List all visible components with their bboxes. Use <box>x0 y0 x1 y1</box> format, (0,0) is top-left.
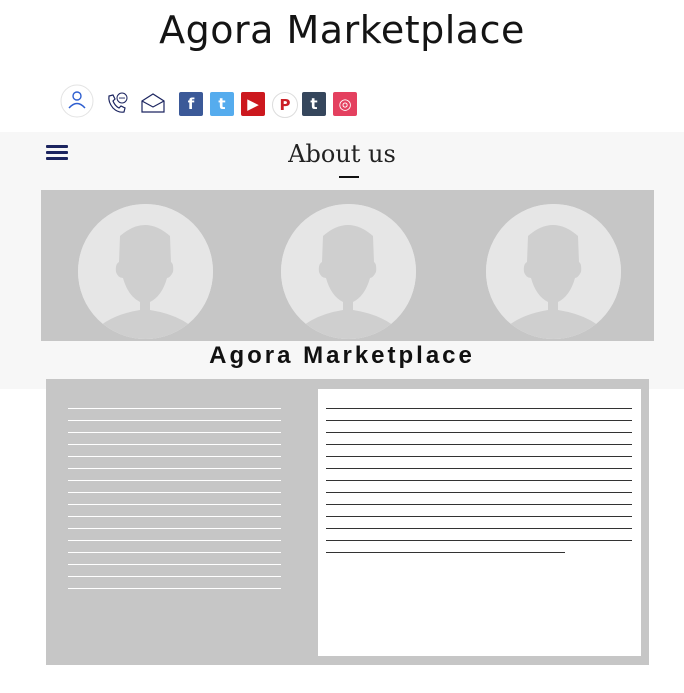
site-title: Agora Marketplace <box>159 8 525 52</box>
team-member-avatar[interactable] <box>486 204 621 339</box>
tumblr-icon[interactable]: t <box>302 92 326 116</box>
text-line <box>68 540 281 541</box>
text-line <box>68 420 281 421</box>
heading-underline <box>339 176 359 178</box>
text-line <box>68 444 281 445</box>
text-line <box>326 444 632 445</box>
text-line <box>68 480 281 481</box>
text-line <box>68 564 281 565</box>
text-line <box>68 492 281 493</box>
text-line <box>326 468 632 469</box>
text-line <box>326 420 632 421</box>
text-line <box>68 432 281 433</box>
text-line <box>326 552 565 553</box>
text-line <box>68 576 281 577</box>
placeholder-text-left <box>68 408 281 600</box>
text-line <box>68 504 281 505</box>
text-line <box>68 468 281 469</box>
text-line <box>326 516 632 517</box>
pinterest-icon[interactable]: P <box>272 92 298 118</box>
text-line <box>68 588 281 589</box>
youtube-icon[interactable]: ▶ <box>241 92 265 116</box>
text-line <box>68 552 281 553</box>
text-line <box>326 408 632 409</box>
user-icon[interactable] <box>58 84 96 120</box>
text-line <box>326 504 632 505</box>
text-line <box>68 408 281 409</box>
text-line <box>326 432 632 433</box>
text-line <box>326 456 632 457</box>
phone-icon[interactable] <box>104 90 130 116</box>
twitter-icon[interactable]: t <box>210 92 234 116</box>
text-line <box>68 456 281 457</box>
instagram-icon[interactable]: ◎ <box>333 92 357 116</box>
team-member-avatar[interactable] <box>78 204 213 339</box>
company-name: Agora Marketplace <box>209 342 475 369</box>
text-line <box>326 528 632 529</box>
section-heading: About us <box>288 140 396 168</box>
text-line <box>326 492 632 493</box>
team-member-avatar[interactable] <box>281 204 416 339</box>
text-line <box>68 528 281 529</box>
text-line <box>68 516 281 517</box>
text-line <box>326 540 632 541</box>
placeholder-text-right <box>326 408 632 564</box>
mail-icon[interactable] <box>140 92 166 114</box>
text-line <box>326 480 632 481</box>
facebook-icon[interactable]: f <box>179 92 203 116</box>
